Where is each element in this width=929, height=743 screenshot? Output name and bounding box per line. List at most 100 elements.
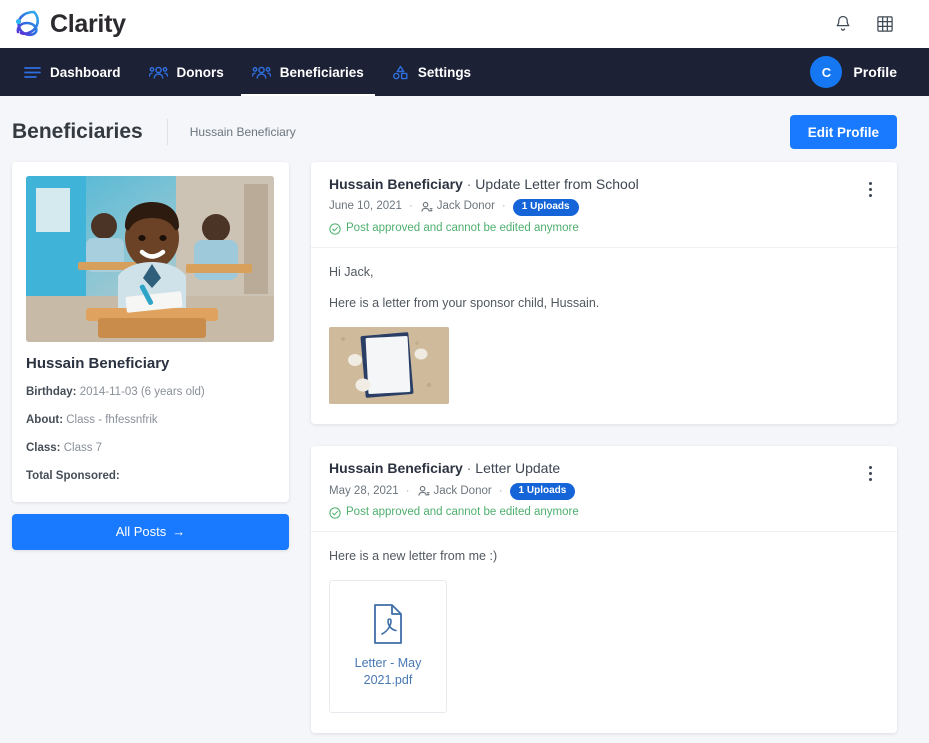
kebab-dot bbox=[868, 466, 872, 470]
kebab-dot bbox=[868, 478, 872, 482]
logo-text: Clarity bbox=[50, 9, 126, 38]
post-subject: Update Letter from School bbox=[475, 176, 639, 192]
content-area: Hussain Beneficiary Birthday: 2014-11-03… bbox=[0, 162, 929, 743]
post-title: Hussain Beneficiary · Letter Update bbox=[329, 460, 859, 478]
post-attachment-image[interactable] bbox=[329, 327, 449, 405]
post-body: Hi Jack, Here is a letter from your spon… bbox=[311, 248, 897, 425]
shapes-icon bbox=[392, 65, 409, 80]
field-total-sponsored-label: Total Sponsored: bbox=[26, 469, 120, 482]
person-icon bbox=[421, 201, 433, 212]
post-donor: Jack Donor bbox=[417, 485, 492, 497]
post-date: June 10, 2021 bbox=[329, 200, 402, 213]
post-title-separator: · bbox=[466, 176, 472, 192]
field-about-label: About: bbox=[26, 413, 64, 426]
pdf-file-icon bbox=[374, 604, 402, 645]
field-class: Class: Class 7 bbox=[26, 441, 275, 456]
nav-item-dashboard[interactable]: Dashboard bbox=[10, 48, 135, 96]
nav-label-dashboard: Dashboard bbox=[50, 64, 121, 80]
all-posts-button[interactable]: All Posts → bbox=[12, 513, 289, 550]
beneficiary-name: Hussain Beneficiary bbox=[26, 355, 170, 372]
nav-items: Dashboard Donors Beneficiaries Settings bbox=[10, 48, 485, 96]
nav-label-beneficiaries: Beneficiaries bbox=[279, 64, 364, 80]
posts-list: Hussain Beneficiary · Update Letter from… bbox=[311, 162, 897, 743]
bell-icon[interactable] bbox=[833, 13, 853, 35]
post-meta: May 28, 2021 · Jack Donor · 1 Uploads bbox=[329, 482, 859, 500]
post-body-line: Here is a new letter from me :) bbox=[329, 548, 498, 563]
field-class-value: Class 7 bbox=[63, 441, 103, 454]
post-approved-text: Post approved and cannot be edited anymo… bbox=[346, 506, 579, 518]
field-total-sponsored: Total Sponsored: bbox=[26, 469, 275, 484]
field-birthday-label: Birthday: bbox=[26, 386, 77, 398]
meta-separator-2: · bbox=[498, 484, 503, 497]
post-title-separator: · bbox=[466, 460, 472, 477]
kebab-dot bbox=[868, 472, 872, 476]
nav-label-settings: Settings bbox=[417, 64, 472, 80]
nav-item-donors[interactable]: Donors bbox=[135, 48, 238, 96]
kebab-dot bbox=[868, 188, 872, 191]
uploads-badge: 1 Uploads bbox=[509, 482, 576, 500]
page-header: Beneficiaries Hussain Beneficiary Edit P… bbox=[0, 96, 929, 162]
post-donor-name: Jack Donor bbox=[436, 200, 495, 213]
beneficiary-sidebar: Hussain Beneficiary Birthday: 2014-11-03… bbox=[12, 162, 289, 550]
post-subject: Letter Update bbox=[475, 460, 561, 477]
people-icon bbox=[148, 65, 168, 80]
grid-icon[interactable] bbox=[875, 13, 895, 35]
people-icon bbox=[251, 65, 271, 80]
post-attachment-pdf[interactable]: Letter - May 2021.pdf bbox=[329, 579, 447, 713]
nav-item-beneficiaries[interactable]: Beneficiaries bbox=[238, 48, 378, 96]
top-bar: Clarity bbox=[0, 0, 929, 48]
field-birthday: Birthday: 2014-11-03 (6 years old) bbox=[26, 385, 275, 400]
post-date: May 28, 2021 bbox=[329, 484, 399, 497]
post-options-button[interactable] bbox=[859, 460, 881, 519]
post-body: Here is a new letter from me :) Letter -… bbox=[311, 532, 897, 733]
meta-separator: · bbox=[408, 200, 413, 213]
pdf-file-name: Letter - May 2021.pdf bbox=[354, 656, 422, 688]
post-donor: Jack Donor bbox=[420, 201, 495, 213]
field-about-value: Class - fhfessnfrik bbox=[66, 413, 158, 426]
menu-lines-icon bbox=[24, 66, 41, 79]
clarity-logo-icon bbox=[15, 10, 40, 37]
app-logo[interactable]: Clarity bbox=[12, 8, 126, 40]
post-header: Hussain Beneficiary · Update Letter from… bbox=[311, 162, 897, 248]
field-about: About: Class - fhfessnfrik bbox=[26, 413, 275, 428]
post-meta: June 10, 2021 · Jack Donor · 1 Uploads bbox=[329, 198, 859, 216]
breadcrumb-divider bbox=[166, 119, 168, 145]
nav-item-settings[interactable]: Settings bbox=[378, 48, 485, 96]
beneficiary-photo bbox=[26, 176, 274, 342]
profile-menu[interactable]: C Profile bbox=[810, 48, 913, 96]
post-approved-text: Post approved and cannot be edited anymo… bbox=[346, 221, 579, 234]
post-donor-name: Jack Donor bbox=[433, 484, 492, 497]
post-approved-status: Post approved and cannot be edited anymo… bbox=[329, 221, 859, 235]
breadcrumb: Hussain Beneficiary bbox=[189, 125, 296, 139]
nav-label-donors: Donors bbox=[176, 64, 224, 80]
post-header: Hussain Beneficiary · Letter Update May … bbox=[311, 446, 897, 532]
post-header-main: Hussain Beneficiary · Update Letter from… bbox=[329, 176, 859, 235]
profile-label: Profile bbox=[853, 64, 897, 80]
beneficiary-card: Hussain Beneficiary Birthday: 2014-11-03… bbox=[12, 162, 289, 502]
kebab-dot bbox=[868, 194, 872, 197]
post-body-line: Here is a letter from your sponsor child… bbox=[329, 296, 600, 311]
meta-separator-2: · bbox=[501, 200, 506, 213]
top-bar-actions bbox=[833, 13, 913, 35]
post-title: Hussain Beneficiary · Update Letter from… bbox=[329, 176, 859, 194]
main-navigation: Dashboard Donors Beneficiaries Settings … bbox=[0, 48, 929, 96]
post-card: Hussain Beneficiary · Letter Update May … bbox=[311, 446, 897, 733]
post-author: Hussain Beneficiary bbox=[329, 176, 463, 192]
check-circle-icon bbox=[329, 222, 341, 235]
post-header-main: Hussain Beneficiary · Letter Update May … bbox=[329, 460, 859, 519]
person-icon bbox=[417, 486, 430, 496]
post-author: Hussain Beneficiary bbox=[329, 460, 463, 477]
uploads-badge: 1 Uploads bbox=[512, 198, 579, 216]
edit-profile-button[interactable]: Edit Profile bbox=[789, 115, 897, 149]
field-birthday-value: 2014-11-03 (6 years old) bbox=[79, 386, 205, 398]
arrow-right-icon: → bbox=[172, 524, 186, 540]
post-body-line: Hi Jack, bbox=[329, 264, 374, 279]
field-class-label: Class: bbox=[26, 441, 61, 454]
check-circle-icon bbox=[329, 507, 341, 519]
meta-separator: · bbox=[405, 484, 410, 497]
avatar: C bbox=[810, 56, 843, 88]
post-card: Hussain Beneficiary · Update Letter from… bbox=[311, 162, 897, 425]
post-options-button[interactable] bbox=[859, 176, 881, 235]
kebab-dot bbox=[868, 182, 872, 185]
page-title: Beneficiaries bbox=[12, 120, 143, 143]
